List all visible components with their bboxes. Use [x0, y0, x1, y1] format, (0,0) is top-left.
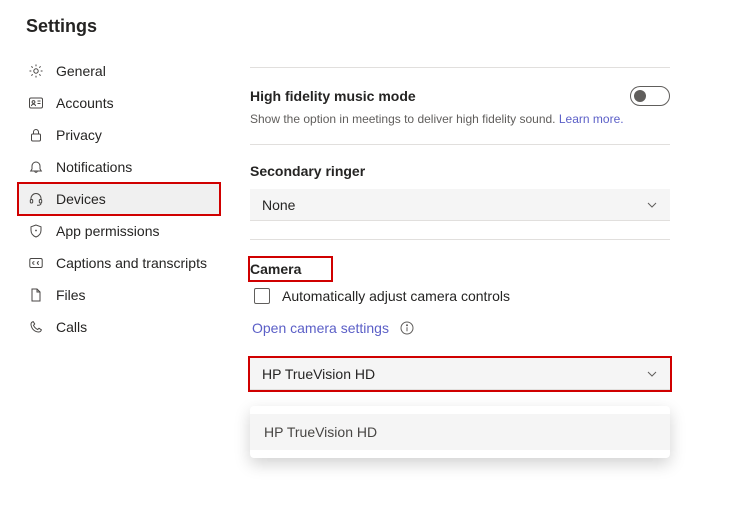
gear-icon	[28, 63, 44, 79]
sidebar-item-label: Privacy	[56, 127, 102, 143]
settings-main: High fidelity music mode Show the option…	[230, 55, 730, 512]
learn-more-link[interactable]: Learn more.	[559, 112, 624, 126]
secondary-ringer-value: None	[262, 197, 295, 213]
id-card-icon	[28, 95, 44, 111]
chevron-down-icon	[646, 199, 658, 211]
secondary-ringer-title: Secondary ringer	[250, 163, 670, 179]
camera-auto-adjust-row: Automatically adjust camera controls	[250, 288, 670, 304]
music-mode-desc: Show the option in meetings to deliver h…	[250, 112, 670, 126]
music-mode-desc-text: Show the option in meetings to deliver h…	[250, 112, 556, 126]
file-icon	[28, 287, 44, 303]
open-camera-settings-link[interactable]: Open camera settings	[252, 320, 389, 336]
camera-title-highlight: Camera	[250, 258, 331, 280]
camera-title: Camera	[250, 261, 301, 277]
bell-icon	[28, 159, 44, 175]
sidebar-item-label: Calls	[56, 319, 87, 335]
sidebar-item-label: Notifications	[56, 159, 132, 175]
sidebar-item-label: General	[56, 63, 106, 79]
sidebar-item-devices[interactable]: Devices	[18, 183, 220, 215]
sidebar-item-accounts[interactable]: Accounts	[18, 87, 220, 119]
camera-option[interactable]: HP TrueVision HD	[250, 414, 670, 450]
camera-auto-adjust-checkbox[interactable]	[254, 288, 270, 304]
music-mode-section: High fidelity music mode Show the option…	[250, 68, 670, 144]
secondary-ringer-section: Secondary ringer None	[250, 145, 670, 239]
camera-section: Camera Automatically adjust camera contr…	[250, 240, 670, 390]
page-title: Settings	[0, 0, 730, 55]
sidebar-item-general[interactable]: General	[18, 55, 220, 87]
settings-sidebar: General Accounts Privacy Notifications	[0, 55, 230, 512]
phone-icon	[28, 319, 44, 335]
sidebar-item-notifications[interactable]: Notifications	[18, 151, 220, 183]
sidebar-item-label: App permissions	[56, 223, 160, 239]
lock-icon	[28, 127, 44, 143]
sidebar-item-captions[interactable]: Captions and transcripts	[18, 247, 220, 279]
camera-select-value: HP TrueVision HD	[262, 366, 375, 382]
camera-select-dropdown: HP TrueVision HD	[250, 406, 670, 458]
sidebar-item-label: Files	[56, 287, 86, 303]
chevron-down-icon	[646, 368, 658, 380]
sidebar-item-files[interactable]: Files	[18, 279, 220, 311]
sidebar-item-privacy[interactable]: Privacy	[18, 119, 220, 151]
camera-auto-adjust-label: Automatically adjust camera controls	[282, 288, 510, 304]
sidebar-item-app-permissions[interactable]: App permissions	[18, 215, 220, 247]
sidebar-item-label: Accounts	[56, 95, 114, 111]
captions-icon	[28, 255, 44, 271]
sidebar-item-label: Devices	[56, 191, 106, 207]
sidebar-item-calls[interactable]: Calls	[18, 311, 220, 343]
sidebar-item-label: Captions and transcripts	[56, 255, 207, 271]
shield-icon	[28, 223, 44, 239]
music-mode-toggle[interactable]	[630, 86, 670, 106]
music-mode-title: High fidelity music mode	[250, 88, 416, 104]
secondary-ringer-select[interactable]: None	[250, 189, 670, 221]
info-icon[interactable]	[399, 320, 415, 336]
headset-icon	[28, 191, 44, 207]
camera-select[interactable]: HP TrueVision HD	[250, 358, 670, 390]
